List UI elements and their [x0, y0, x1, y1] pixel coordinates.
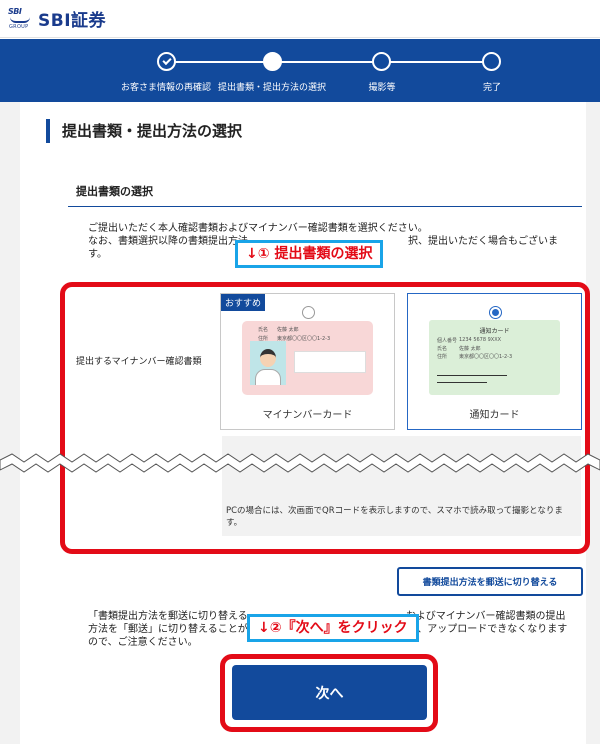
step-label: 提出書類・提出方法の選択	[217, 83, 327, 93]
step-pending-dot-icon	[482, 52, 501, 71]
mynumber-field-label: 提出するマイナンバー確認書類	[76, 357, 202, 367]
torn-edge-divider	[0, 453, 600, 473]
step-current-dot-icon	[263, 52, 282, 71]
progress-stepper: お客さま情報の再確認 提出書類・提出方法の選択 撮影等 完了	[0, 39, 600, 102]
pc-qr-note: PCの場合には、次画面でQRコードを表示しますので、スマホで読み取って撮影となり…	[226, 506, 563, 528]
portrait-icon	[250, 341, 286, 385]
step-pending-dot-icon	[372, 52, 391, 71]
option-label: 通知カード	[469, 410, 520, 421]
radio-mynumber-card[interactable]	[301, 306, 315, 319]
recommended-badge: おすすめ	[221, 294, 266, 311]
step-connector	[166, 61, 272, 63]
page-gutter-left	[0, 102, 20, 744]
option-label: マイナンバーカード	[262, 410, 353, 421]
site-header: SBI GROUP SBI証券	[0, 0, 600, 38]
next-button[interactable]: 次へ	[232, 665, 427, 720]
step-complete-check-icon	[157, 52, 176, 71]
page-title: 提出書類・提出方法の選択	[46, 119, 242, 143]
radio-notification-card[interactable]	[488, 306, 502, 319]
section-heading: 提出書類の選択	[76, 185, 153, 198]
step-connector	[272, 61, 382, 63]
step-label: 撮影等	[368, 83, 396, 93]
callout-step1: ↓① 提出書類の選択	[235, 240, 384, 268]
step-label: 完了	[482, 83, 502, 93]
section-divider	[68, 206, 582, 207]
sbi-logo[interactable]: SBI GROUP SBI証券	[8, 6, 107, 32]
brand-name: SBI証券	[38, 11, 107, 31]
sbi-group-logo-icon: SBI GROUP	[8, 6, 30, 30]
mynumber-card-illustration-icon: 氏名 佐藤 太郎 住所 東京都〇〇区〇〇1-2-3	[242, 321, 373, 395]
option-notification-card[interactable]: 通知カード 個人番号 1234 5678 9XXX 氏名 佐藤 太郎 住所 東京…	[407, 293, 582, 430]
option-mynumber-card[interactable]: おすすめ 氏名 佐藤 太郎 住所 東京都〇〇区〇〇1-2-3 マイナンバーカード	[220, 293, 395, 430]
callout-step2: ↓②『次へ』をクリック	[247, 614, 419, 642]
step-label: お客さま情報の再確認	[120, 83, 212, 93]
step-connector	[382, 61, 492, 63]
notification-card-illustration-icon: 通知カード 個人番号 1234 5678 9XXX 氏名 佐藤 太郎 住所 東京…	[429, 320, 560, 395]
switch-to-mail-button[interactable]: 書類提出方法を郵送に切り替える	[397, 567, 583, 596]
